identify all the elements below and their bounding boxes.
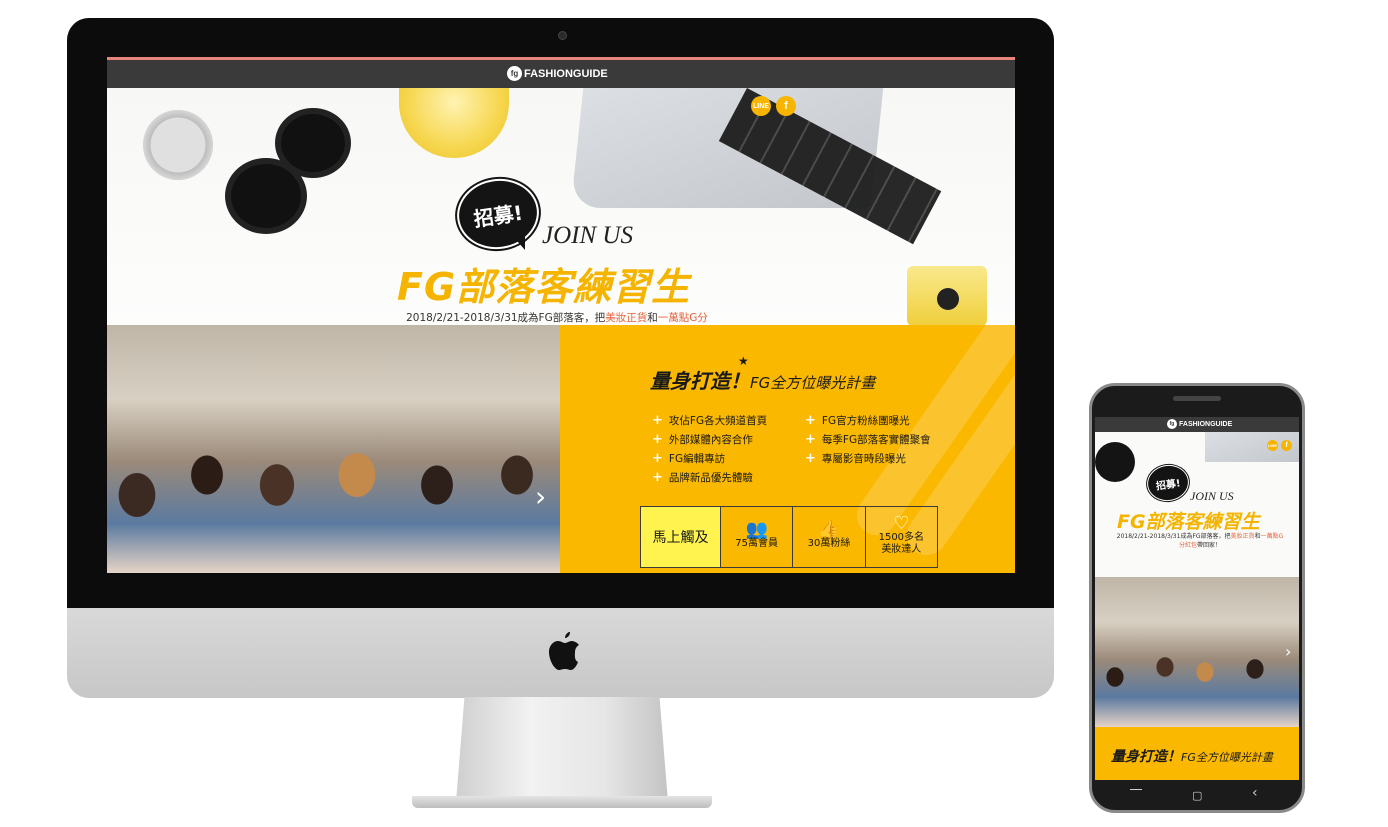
reach-stats: 馬上觸及 👥 75萬會員 👍 30萬粉絲 ♡ 1500多名 美妝達人 [640,506,938,568]
exposure-plan-panel: ★ 量身打造！FG全方位曝光計畫 + 攻佔FG各大頻道首頁 + 外部媒體內容合作 +… [560,325,1015,573]
feature-label: 每季FG部落客實體聚會 [821,434,931,446]
sunglasses-image [275,108,351,178]
site-logo-text: FASHIONGUIDE [1179,420,1233,428]
line-share-button[interactable]: LINE [1267,440,1278,451]
mobile-hero: LINE f [1095,432,1299,577]
stat-members: 👥 75萬會員 [721,507,794,567]
carousel-next-arrow[interactable]: › [535,480,546,513]
users-icon: 👥 [745,519,768,540]
feature-item: + 外部媒體內容合作 [652,432,753,447]
feature-label: 專屬影音時段曝光 [821,453,906,465]
feature-item: + 每季FG部落客實體聚會 [805,432,931,447]
plus-icon: + [652,413,663,428]
plan-title: 量身打造！FG全方位曝光計畫 [650,365,875,394]
feature-item: + 專屬影音時段曝光 [805,451,906,466]
sunglasses-image [1095,442,1135,482]
mobile-screen: fg FASHIONGUIDE LINE f 招募! JOIN US FG部落客… [1095,417,1299,780]
stat-label-line2: 美妝達人 [881,544,922,555]
plus-icon: + [652,470,663,485]
desc-suffix: 帶回家！ [1197,542,1222,549]
plan-title-main: 量身打造！ [1111,749,1181,765]
hero-title: FG部落客練習生 [397,265,691,309]
recruit-badge: 招募! [452,173,544,255]
facebook-share-button[interactable]: f [1281,440,1292,451]
feature-label: 外部媒體內容合作 [668,434,753,446]
feature-item: + 攻佔FG各大頻道首頁 [652,413,767,428]
desc-highlight-3: 紅包 [1184,542,1197,549]
stat-label: 75萬會員 [735,538,779,549]
feature-item: + 品牌新品優先體驗 [652,470,753,485]
feature-item: + FG編輯專訪 [652,451,725,466]
hero-description: 2018/2/21-2018/3/31成為FG部落客，把美妝正貨和一萬點G分紅包… [1115,532,1285,550]
group-photo [107,325,560,573]
phone-recent-apps-button[interactable]: ▢ [1192,789,1202,802]
heart-icon: ♡ [893,513,910,534]
thumbs-up-icon: 👍 [817,519,841,540]
carousel-next-arrow[interactable]: › [1285,642,1291,661]
feature-label: 品牌新品優先體驗 [668,472,753,484]
phone-speaker [1173,396,1221,401]
plan-title-sub: FG全方位曝光計畫 [1181,751,1273,764]
reach-now-button[interactable]: 馬上觸及 [641,507,721,567]
camera-icon [558,31,567,40]
feature-label: FG官方粉絲團曝光 [821,415,910,427]
plus-icon: + [805,451,816,466]
apple-logo-icon [549,632,579,670]
stat-label: 30萬粉絲 [807,538,851,549]
stat-label-line1: 1500多名 [878,532,925,543]
group-photo [1095,577,1299,727]
feature-item: + FG官方粉絲團曝光 [805,413,910,428]
fg-logo-mark: fg [1167,419,1177,429]
desc-highlight-1: 美妝正貨 [605,312,648,324]
plan-title-sub: FG全方位曝光計畫 [750,374,876,392]
phone-home-indicator [1130,789,1142,790]
plan-title-main: 量身打造！ [650,369,750,393]
desc-mid: 和 [647,312,658,324]
mobile-site-logo[interactable]: fg FASHIONGUIDE [1167,419,1232,429]
mirror-image [143,110,213,180]
plus-icon: + [805,432,816,447]
plus-icon: + [652,451,663,466]
desc-highlight-1: 美妝正貨 [1230,533,1255,540]
desc-prefix: 2018/2/21-2018/3/31成為FG部落客，把 [406,312,606,324]
hero-title: FG部落客練習生 [1117,511,1260,533]
facebook-share-button[interactable]: f [776,96,796,116]
join-us-heading: JOIN US [542,222,633,249]
imac-foot [412,796,712,808]
imac-stand [456,697,668,802]
perfume-cap [937,288,959,310]
drink-image [399,88,509,158]
desc-prefix: 2018/2/21-2018/3/31成為FG部落客，把 [1116,533,1231,540]
fg-logo-mark: fg [507,66,522,81]
hero-banner: LINE f 招募! JOIN US FG部落客練習生 2018/2/21-20… [107,88,1015,340]
site-logo-text: FASHIONGUIDE [524,67,608,80]
plan-title: 量身打造！FG全方位曝光計畫 [1111,746,1273,766]
desc-highlight-2: 一萬點G分 [657,312,708,324]
phone-back-arrow-icon[interactable]: ‹ [1252,785,1258,801]
stat-fans: 👍 30萬粉絲 [793,507,866,567]
recruit-badge-tail [511,234,525,250]
plus-icon: + [805,413,816,428]
plus-icon: + [652,432,663,447]
join-us-heading: JOIN US [1190,489,1234,503]
feature-label: FG編輯專訪 [668,453,726,465]
stat-beauty-experts: ♡ 1500多名 美妝達人 [866,507,937,567]
desktop-screen: fg FASHIONGUIDE LINE f 招募! JOIN US FG部落客… [107,57,1015,573]
mobile-header: fg FASHIONGUIDE [1095,417,1299,432]
line-share-button[interactable]: LINE [751,96,771,116]
site-logo[interactable]: fg FASHIONGUIDE [507,66,608,81]
feature-label: 攻佔FG各大頻道首頁 [668,415,768,427]
site-header: fg FASHIONGUIDE [107,57,1015,88]
